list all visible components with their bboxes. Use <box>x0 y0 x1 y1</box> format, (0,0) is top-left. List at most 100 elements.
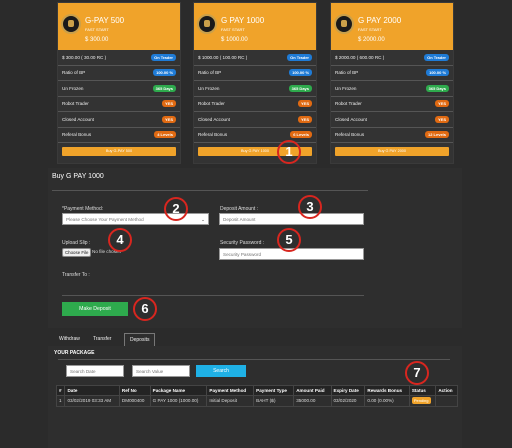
trophy-logo-icon <box>61 14 81 34</box>
card-price: $ 300.00 <box>85 37 109 43</box>
table-cell: BAHT (฿) <box>253 395 295 407</box>
table-header: Status <box>408 385 437 396</box>
card-title: G PAY 1000 <box>221 16 265 25</box>
annotation-3: 3 <box>298 195 322 219</box>
annotation-7: 7 <box>405 361 429 385</box>
card-row-label: Referal Bonus <box>335 132 365 138</box>
tab-withdraw[interactable]: Withdraw <box>54 333 85 346</box>
payment-method-select[interactable]: Please Choose Your Payment Method ⌄ <box>62 213 209 225</box>
card-row-badge: On Trader <box>151 53 176 61</box>
card-row: Un Frozen 365 Days <box>331 81 453 97</box>
search-date-input[interactable] <box>66 365 124 377</box>
tab-transfer[interactable]: Transfer <box>88 333 116 346</box>
card-row: $ 1000.00 ( 100.00 RC ) On Trader <box>194 50 316 66</box>
table-cell: DM000400 <box>118 395 151 407</box>
table-cell: Initial Deposit <box>206 395 255 407</box>
chevron-down-icon: ⌄ <box>201 217 205 222</box>
annotation-6: 6 <box>133 297 157 321</box>
package-table: # Date Ref No Package Name Payment Method Pay… <box>55 385 458 407</box>
card-row: Closed Account YES <box>331 112 453 128</box>
card-row-badge: YES <box>297 115 312 123</box>
table-cell: 03/02/2020 <box>330 395 366 407</box>
table-cell: 0.00 (0.00%) <box>364 395 410 407</box>
card-row: Ratio of BP 100.00 % <box>58 66 180 81</box>
package-card: G-PAY 500 FAST START $ 300.00 $ 300.00 (… <box>57 2 181 164</box>
card-row: $ 2000.00 ( 600.00 RC ) On Trader <box>331 50 453 66</box>
card-header: G-PAY 500 FAST START $ 300.00 <box>58 3 180 50</box>
card-row-badge: YES <box>161 100 176 108</box>
card-row-badge: YES <box>434 115 449 123</box>
form-heading: Buy G PAY 1000 <box>52 173 104 180</box>
table-header: Expiry Date <box>330 385 366 396</box>
card-row: Ratio of BP 100.00 % <box>194 66 316 81</box>
buy-button[interactable]: Buy G-PAY 500 <box>62 147 176 156</box>
card-row-label: Ratio of BP <box>198 70 222 76</box>
card-row-label: Referal Bonus <box>62 132 92 138</box>
card-row-label: Un Frozen <box>62 85 84 91</box>
table-header: Action <box>435 385 458 396</box>
trophy-logo-icon <box>197 14 217 34</box>
table-header: Payment Method <box>206 385 255 396</box>
package-panel: YOUR PACKAGE Search #DateRef NoPackage N… <box>48 346 462 448</box>
card-row: $ 300.00 ( 30.00 RC ) On Trader <box>58 50 180 66</box>
form-divider <box>52 190 368 191</box>
buy-button[interactable]: Buy G PAY 2000 <box>335 147 449 156</box>
package-title: YOUR PACKAGE <box>54 350 95 356</box>
card-row-badge: YES <box>297 100 312 108</box>
table-header: Ref No <box>118 385 151 396</box>
deposit-amount-input[interactable] <box>219 213 364 225</box>
card-row-label: $ 2000.00 ( 600.00 RC ) <box>335 54 385 60</box>
card-subtitle: FAST START <box>221 27 245 32</box>
card-row: Ratio of BP 100.00 % <box>331 66 453 81</box>
card-row: Un Frozen 365 Days <box>58 81 180 97</box>
card-row-badge: 4 Levels <box>154 131 176 139</box>
table-cell: G PAY 1000 (1000.00) <box>149 395 208 407</box>
card-row-label: Robot Trader <box>62 101 89 107</box>
card-row-badge: 12 Levels <box>424 131 449 139</box>
card-row-label: Closed Account <box>198 116 230 122</box>
card-row: Referal Bonus 4 Levels <box>58 128 180 143</box>
card-row-badge: 365 Days <box>152 84 176 92</box>
status-badge: Pending <box>411 397 431 404</box>
card-row-label: Closed Account <box>62 116 94 122</box>
table-header: Package Name <box>149 385 208 396</box>
card-row-badge: On Trader <box>287 53 312 61</box>
card-row-label: Un Frozen <box>198 85 220 91</box>
card-subtitle: FAST START <box>358 27 382 32</box>
card-row: Robot Trader YES <box>331 97 453 112</box>
security-password-label: Security Password : <box>220 240 265 246</box>
card-header: G PAY 2000 FAST START $ 2000.00 <box>331 3 453 50</box>
upload-slip-label: Upload Slip : <box>62 240 91 246</box>
table-header: Rewards Bonus <box>364 385 410 396</box>
card-row-badge: 365 Days <box>288 84 312 92</box>
search-value-input[interactable] <box>132 365 190 377</box>
table-cell: Pending <box>408 395 437 407</box>
card-row: Un Frozen 365 Days <box>194 81 316 97</box>
tab-deposits[interactable]: Deposits <box>124 333 156 346</box>
trophy-logo-icon <box>334 14 354 34</box>
card-row: Robot Trader YES <box>58 97 180 112</box>
table-cell: 03/02/2019 03:33 AM <box>64 395 120 407</box>
card-title: G PAY 2000 <box>358 16 402 25</box>
choose-file-button[interactable]: Choose File <box>62 248 92 257</box>
payment-method-label: *Payment Method: <box>62 206 104 212</box>
package-card: G PAY 2000 FAST START $ 2000.00 $ 2000.0… <box>330 2 454 164</box>
transfer-to-label: Transfer To : <box>62 272 90 278</box>
card-row-badge: 100.00 % <box>289 69 312 77</box>
card-row-label: Un Frozen <box>335 85 357 91</box>
card-row: Robot Trader YES <box>194 97 316 112</box>
card-row-badge: 100.00 % <box>426 69 449 77</box>
search-button[interactable]: Search <box>196 365 246 377</box>
make-deposit-button[interactable]: Make Deposit <box>62 302 128 316</box>
card-row-label: Robot Trader <box>198 101 225 107</box>
table-header: Amount Paid <box>293 385 332 396</box>
annotation-2: 2 <box>164 197 188 221</box>
card-subtitle: FAST START <box>85 27 109 32</box>
card-header: G PAY 1000 FAST START $ 1000.00 <box>194 3 316 50</box>
card-row-label: Closed Account <box>335 116 367 122</box>
card-price: $ 1000.00 <box>221 37 248 43</box>
card-row-badge: 365 Days <box>425 84 449 92</box>
package-divider <box>58 359 450 360</box>
table-row: 1 03/02/2019 03:33 AM DM000400 G PAY 1000 (… <box>55 395 458 407</box>
card-row-label: Ratio of BP <box>335 70 359 76</box>
